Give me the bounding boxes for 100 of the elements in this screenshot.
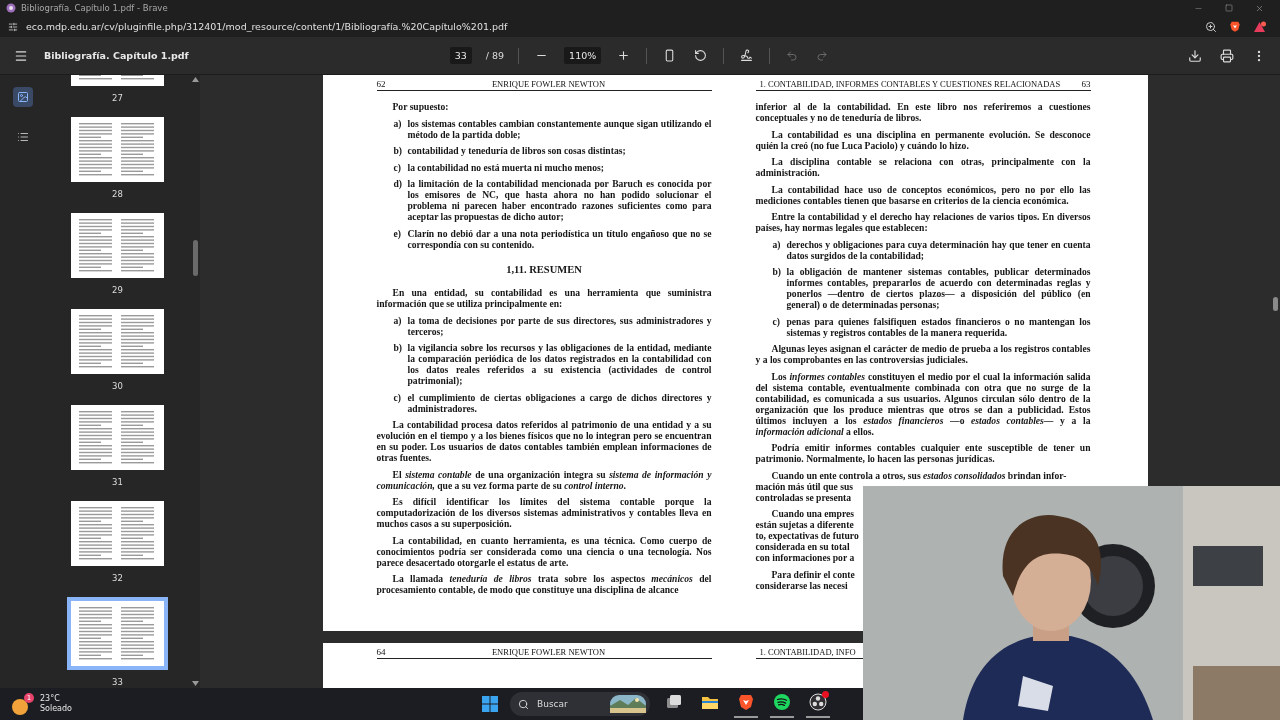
running-header: 1. CONTABILIDAD, INFORMES CONTABLES Y CUESTIONES RELACIONADAS bbox=[759, 79, 1061, 89]
site-settings-icon[interactable] bbox=[8, 21, 18, 32]
page-field[interactable]: 33 bbox=[449, 47, 472, 64]
paragraph: La llamada teneduría de libros trata sobre los aspectos mecánicos del procesamiento contable, de modo que constituye una disciplina de alcance bbox=[376, 573, 712, 595]
list-item-text: la vigilancia sobre los recursos y las obligaciones de la entidad, mediante la comparación periódica de los datos registrados en la contabilidad con los datos reales referidos a su existencia (actividades de control patrimonial); bbox=[407, 342, 712, 386]
running-header: 1. CONTABILIDAD, INFO bbox=[759, 647, 856, 657]
thumbnail-label: 32 bbox=[112, 573, 123, 583]
text-line: están sujetas a diferente bbox=[755, 519, 854, 530]
thumbnail-label: 28 bbox=[112, 189, 123, 199]
signature-icon bbox=[740, 49, 754, 62]
list-item-text: los sistemas contables cambian constantemente aunque sigan utilizando el método de la partida doble; bbox=[407, 117, 712, 140]
address-field[interactable]: eco.mdp.edu.ar/cv/pluginfile.php/312401/mod_resource/content/1/Bibliografía.%20Capítulo%201.pdf bbox=[26, 21, 1197, 32]
weather-condition: Soleado bbox=[40, 704, 72, 714]
text-line: considerarse las necesi bbox=[755, 579, 848, 591]
thumbnail-label: 31 bbox=[112, 477, 123, 487]
paragraph: La contabilidad hace uso de conceptos económicos, pero no por ello las mediciones contables tienen que basarse en criterios de la ciencia económica. bbox=[755, 183, 1091, 206]
thumbnail-label: 29 bbox=[112, 285, 123, 295]
plus-icon bbox=[617, 49, 631, 62]
list-marker: e) bbox=[393, 227, 402, 241]
list-marker: a) bbox=[772, 238, 782, 252]
running-header: ENRIQUE FOWLER NEWTON bbox=[490, 79, 607, 89]
paragraph: Entre la contabilidad y el derecho hay relaciones de varios tipos. En diversos países, hay normas legales que establecen: bbox=[755, 211, 1091, 233]
running-header: ENRIQUE FOWLER NEWTON bbox=[490, 647, 607, 657]
list-item-text: el cumplimiento de ciertas obligaciones a cargo de dichos directores y administradores. bbox=[407, 391, 712, 414]
lion-shield-icon[interactable] bbox=[1229, 20, 1241, 33]
page-thumbnail[interactable] bbox=[67, 597, 168, 670]
list-item-text: Clarín no debió dar a una nota periodística un título engañoso que no se correspondía con su contenido. bbox=[407, 227, 712, 250]
triangle-icon[interactable] bbox=[1253, 20, 1266, 33]
list-marker: b) bbox=[772, 266, 783, 279]
search-icon bbox=[518, 698, 529, 710]
search-input[interactable]: Buscar bbox=[535, 698, 604, 710]
page-thumbnail[interactable] bbox=[71, 501, 164, 566]
undo-icon bbox=[786, 49, 799, 62]
zoom-field[interactable]: 110% bbox=[564, 47, 602, 64]
text-line: con informaciones por a bbox=[755, 552, 855, 563]
page-number: 64 bbox=[376, 647, 386, 657]
thumbnails-tab[interactable] bbox=[12, 87, 33, 107]
close-icon[interactable] bbox=[1255, 3, 1264, 13]
menu-icon bbox=[14, 48, 28, 63]
thumbnail-label: 27 bbox=[112, 93, 123, 103]
rotate-icon bbox=[694, 49, 708, 62]
page-number: 62 bbox=[376, 79, 386, 89]
paragraph: inferior al de la contabilidad. En este libro nos referiremos a cuestiones conceptuales y no de teneduría de libros. bbox=[755, 101, 1091, 123]
paragraph: La contabilidad es una disciplina en permanente evolución. Se desconoce quién la creó (no fue Luca Paciolo) y cuándo lo hizo. bbox=[755, 128, 1091, 151]
scrollbar-thumb[interactable] bbox=[192, 240, 198, 276]
page-thumbnail[interactable] bbox=[71, 405, 164, 470]
browser-logo-icon bbox=[6, 3, 16, 13]
zoom-icon[interactable] bbox=[1205, 20, 1217, 33]
page-number: 63 bbox=[1081, 79, 1091, 89]
list-marker: b) bbox=[393, 342, 404, 355]
scroll-up-icon[interactable] bbox=[191, 77, 199, 82]
taskbar-app[interactable] bbox=[806, 690, 830, 718]
list-marker: c) bbox=[393, 391, 402, 405]
scroll-down-icon[interactable] bbox=[191, 681, 199, 686]
text-line: to, expectativas de futuro bbox=[755, 530, 859, 541]
list-item-text: la toma de decisiones por parte de sus directores, sus administradores y terceros; bbox=[407, 314, 712, 337]
circle-dots-icon bbox=[809, 693, 827, 711]
list-item-text: la obligación de mantener sistemas contables, publicar determinados informes contables, prepararlos de acuerdo con determinadas reglas y ponerlos —dentro de ciertos plazos— a disposición del público (en general) o de determinadas personas; bbox=[786, 266, 1091, 310]
list-item-text: derechos y obligaciones para cuya determinación hay que tener en cuenta datos surgidos de la contabilidad; bbox=[786, 238, 1091, 261]
list-item-text: contabilidad y teneduría de libros son cosas distintas; bbox=[407, 145, 627, 156]
paragraph: La contabilidad procesa datos referidos al patrimonio de una entidad y a su evolución en el tiempo y a los bienes físicos que no lo integran pero se encuentran en su poder. Los usuarios de datos contables también emplean informaciones de otras fuentes. bbox=[376, 419, 712, 463]
text-line: controladas se presenta bbox=[755, 491, 852, 503]
list-icon bbox=[16, 131, 29, 143]
redo-icon bbox=[816, 49, 829, 62]
paragraph: Algunas leyes asignan el carácter de medio de prueba a los registros contables y a los comprobantes en las controversias judiciales. bbox=[755, 343, 1091, 365]
paragraph: Por supuesto: bbox=[391, 101, 450, 112]
text-line: Cuando un ente controla a otros, sus estados consolidados brindan infor- bbox=[770, 469, 1067, 481]
page-thumbnail[interactable] bbox=[71, 213, 164, 278]
lion-shield-icon bbox=[737, 693, 755, 711]
list-marker: a) bbox=[393, 314, 403, 328]
paragraph: El sistema contable de una organización integra su sistema de información y comunicación, que a su vez forma parte de su control interno. bbox=[376, 468, 712, 491]
window-title: Bibliografía. Capítulo 1.pdf - Brave bbox=[21, 3, 169, 13]
text-line: mación más útil que sus bbox=[755, 480, 854, 492]
paragraph: La contabilidad, en cuanto herramienta, es una técnica. Como cuerpo de conocimientos podría ser considerada como una ciencia o una tecnología. Nos parece desacertado otorgarle el estatus de arte. bbox=[376, 534, 712, 568]
text-line: Para definir el conte bbox=[770, 568, 855, 580]
list-marker: c) bbox=[772, 315, 781, 329]
start-icon[interactable] bbox=[482, 696, 498, 712]
paragraph: Es difícil identificar los límites del sistema contable porque la computadorización de los diversos sistemas administrativos y contables lleva en muchos casos a su superposición. bbox=[376, 496, 712, 529]
list-marker: d) bbox=[393, 178, 404, 191]
list-item-text: la contabilidad no está muerta ni mucho menos; bbox=[407, 161, 605, 173]
section-heading: 1,11. RESUMEN bbox=[505, 264, 583, 275]
list-item-text: penas para quienes falsifiquen estados financieros o no mantengan los sistemas y registros contables de la manera requerida. bbox=[786, 315, 1091, 338]
page-thumbnail[interactable] bbox=[71, 117, 164, 182]
paragraph: En una entidad, su contabilidad es una herramienta que suministra información que se utiliza principalmente en: bbox=[376, 287, 712, 309]
sound-waves-icon bbox=[773, 693, 791, 711]
list-marker: b) bbox=[393, 145, 404, 156]
text-line: Cuando una empres bbox=[770, 508, 854, 519]
search-bar[interactable]: Buscar bbox=[510, 692, 650, 716]
text-line: considerada en su total bbox=[755, 541, 850, 552]
page-count: / 89 bbox=[485, 50, 505, 61]
scrollbar-thumb[interactable] bbox=[1272, 297, 1278, 311]
page-thumbnail[interactable] bbox=[71, 309, 164, 374]
list-marker: a) bbox=[393, 117, 403, 131]
paragraph: La disciplina contable se relaciona con otras, principalmente con la administración. bbox=[755, 156, 1091, 178]
list-marker: c) bbox=[393, 161, 402, 173]
thumbnail-label: 30 bbox=[112, 381, 123, 391]
temperature: 23°C bbox=[40, 694, 61, 704]
paragraph: Podría emitir informes contables cualquier ente susceptible de tener un patrimonio. Normalmente, lo hacen las personas jurídicas. bbox=[755, 442, 1091, 464]
list-item-text: la limitación de la contabilidad mencionada por Baruch es conocida por los emisores de NC, que hasta ahora no han podido solucionar el problema ni parecen haber encontrado razones suficientes como para aceptar las propuestas de dicho autor; bbox=[407, 178, 712, 222]
thumbnail-label: 33 bbox=[112, 677, 123, 687]
